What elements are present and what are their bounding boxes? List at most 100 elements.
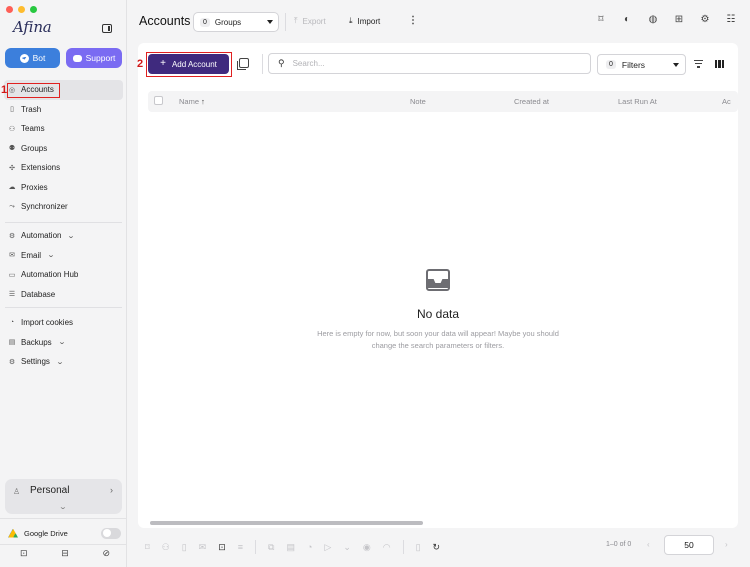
groups-select[interactable]: 0 Groups	[193, 12, 279, 32]
chevron-right-icon[interactable]: ›	[725, 540, 728, 549]
stack-icon[interactable]: ☷	[725, 14, 737, 25]
toolbar-divider	[262, 54, 263, 74]
team-icon[interactable]: ⚇	[162, 542, 170, 553]
gear-icon[interactable]: ⚙	[699, 14, 711, 25]
toolbar-divider	[255, 540, 257, 554]
sidebar-collapse-icon[interactable]	[102, 24, 112, 33]
folder-import-icon[interactable]: ⊡	[20, 548, 28, 559]
column-header-note[interactable]: Note	[410, 97, 426, 106]
caret-down-icon	[267, 20, 273, 24]
column-header-last-run-at[interactable]: Last Run At	[618, 97, 657, 106]
step-number-2: 2	[137, 58, 144, 70]
bot-button[interactable]: Bot	[5, 48, 60, 68]
chevron-down-icon[interactable]: ⌄	[59, 503, 68, 511]
sidebar-item-database[interactable]: ☰ Database	[4, 285, 123, 305]
robot-icon[interactable]: ⊞	[673, 14, 685, 25]
document-icon[interactable]: ▤	[286, 542, 295, 553]
tag-icon[interactable]: ⌑	[145, 542, 150, 553]
sort-list-icon[interactable]	[694, 60, 703, 70]
close-window-button[interactable]	[6, 6, 13, 13]
sidebar-item-label: Proxies	[21, 182, 48, 192]
globe-icon[interactable]: ◍	[647, 14, 659, 25]
chevron-left-icon[interactable]: ‹	[647, 540, 650, 549]
sidebar-item-extensions[interactable]: ✣ Extensions	[4, 158, 123, 178]
sidebar-item-proxies[interactable]: ☁ Proxies	[4, 178, 123, 198]
eye-off-icon[interactable]: ⊘	[102, 548, 110, 559]
profile-switcher[interactable]: ♙ Personal › ⌄	[5, 479, 122, 514]
sidebar-item-import-cookies[interactable]: ◔ Import cookies	[4, 313, 123, 333]
chevron-down-icon: ⌄	[67, 232, 76, 240]
sidebar-item-settings[interactable]: ⚙ Settings ⌄	[4, 352, 123, 372]
google-drive-label: Google Drive	[24, 528, 68, 538]
sidebar-item-automation-hub[interactable]: ▭ Automation Hub	[4, 265, 123, 285]
inbox-upload-icon[interactable]: ⊡	[218, 542, 226, 553]
horizontal-scrollbar[interactable]	[150, 521, 423, 525]
sidebar-item-teams[interactable]: ⚇ Teams	[4, 119, 123, 139]
sidebar-item-backups[interactable]: ▤ Backups ⌄	[4, 333, 123, 353]
sidebar-item-trash[interactable]: ▯ Trash	[4, 100, 123, 120]
minimize-window-button[interactable]	[18, 6, 25, 13]
sidebar-divider	[0, 544, 126, 545]
select-all-checkbox[interactable]	[154, 96, 163, 105]
column-header-actions[interactable]: Ac	[722, 97, 731, 106]
groups-select-label: Groups	[214, 17, 242, 27]
sidebar-divider	[5, 222, 122, 223]
profile-name: Personal	[30, 485, 70, 496]
sidebar-divider	[5, 307, 122, 308]
page-size-input[interactable]: 50	[664, 535, 714, 555]
download-icon: ⤓	[349, 16, 353, 25]
sidebar-nav-main: ◎ Accounts ▯ Trash ⚇ Teams ⚉ Groups ✣ Ex…	[4, 80, 123, 217]
support-button[interactable]: Support	[66, 48, 122, 68]
wifi-icon[interactable]: ◠	[383, 542, 391, 553]
export-label: Export	[302, 16, 326, 26]
sidebar-item-label: Backups	[21, 337, 52, 347]
columns-icon[interactable]	[715, 60, 724, 68]
column-header-created-at[interactable]: Created at	[514, 97, 549, 106]
mail-icon: ✉	[9, 252, 15, 260]
caret-down-icon	[673, 62, 679, 67]
sidebar-item-label: Trash	[21, 104, 42, 114]
upload-icon: ⤒	[294, 16, 298, 25]
accounts-panel: + Add Account ⚲ Search... 0 Filters Name…	[138, 43, 738, 528]
add-list-icon[interactable]: ≡	[238, 542, 243, 552]
import-button[interactable]: ⤓ Import	[349, 16, 380, 26]
record-icon[interactable]: ◉	[363, 542, 371, 553]
filters-label: Filters	[621, 59, 646, 70]
refresh-icon[interactable]: ↻	[433, 542, 441, 553]
trash-icon[interactable]: ▯	[416, 542, 421, 553]
sidebar-item-groups[interactable]: ⚉ Groups	[4, 139, 123, 159]
empty-state-message: Here is empty for now, but soon your dat…	[298, 328, 578, 351]
filters-select[interactable]: 0 Filters	[597, 54, 686, 75]
cookie-icon: ◔	[9, 319, 15, 327]
search-input[interactable]: ⚲ Search...	[268, 53, 591, 74]
sidebar-item-label: Automation Hub	[21, 270, 79, 280]
sidebar-item-email[interactable]: ✉ Email ⌄	[4, 246, 123, 266]
sidebar-item-label: Email	[21, 250, 42, 260]
mail-icon[interactable]: ✉	[199, 542, 207, 553]
maximize-window-button[interactable]	[30, 6, 37, 13]
file-icon[interactable]: ▯	[182, 542, 187, 553]
more-options-icon[interactable]: ⋮	[408, 15, 418, 26]
sidebar-item-label: Groups	[21, 143, 48, 153]
add-account-highlight-box	[146, 52, 232, 77]
fingerprint-icon[interactable]: ◐	[621, 14, 633, 25]
sidebar-item-synchronizer[interactable]: ⤳ Synchronizer	[4, 197, 123, 217]
export-button[interactable]: ⤒ Export	[294, 16, 326, 26]
window-controls	[6, 6, 37, 13]
copy-icon[interactable]	[237, 58, 249, 70]
column-header-name[interactable]: Name ↑	[179, 97, 205, 106]
duplicate-icon[interactable]: ⧉	[268, 542, 274, 553]
cookie-icon[interactable]: ◔	[307, 542, 312, 552]
bot-button-label: Bot	[32, 53, 46, 63]
tag-icon[interactable]: ⌑	[595, 14, 607, 25]
sidebar-item-label: Automation	[21, 231, 62, 241]
play-icon[interactable]: ▷	[324, 542, 331, 553]
chevron-down-icon[interactable]: ⌄	[343, 542, 351, 553]
import-label: Import	[357, 16, 381, 26]
sidebar-item-automation[interactable]: ⚙ Automation ⌄	[4, 226, 123, 246]
sync-icon: ⤳	[9, 202, 15, 210]
google-drive-toggle[interactable]	[101, 527, 121, 539]
folder-export-icon[interactable]: ⊟	[61, 548, 69, 559]
pagination-range: 1–0 of 0	[606, 541, 632, 548]
header-actions: ⌑ ◐ ◍ ⊞ ⚙ ☷	[595, 14, 737, 25]
